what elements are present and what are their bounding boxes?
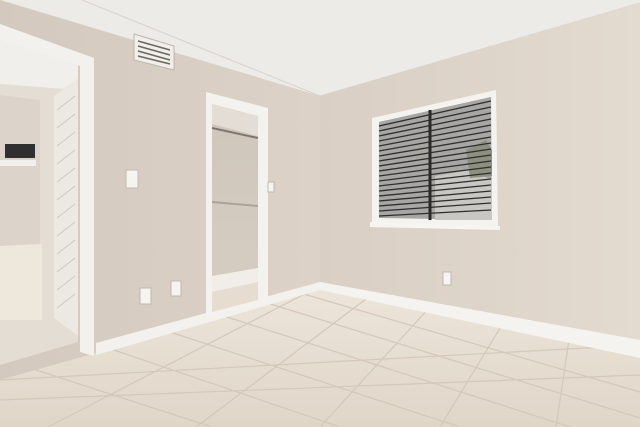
outlet — [170, 280, 182, 297]
light-switch — [125, 169, 139, 189]
outlet — [442, 271, 452, 286]
outlet — [139, 287, 152, 305]
closet-switch — [267, 181, 275, 193]
room-photo — [0, 0, 640, 427]
bifold-closet-door — [54, 78, 78, 336]
walk-in-closet — [206, 92, 268, 316]
